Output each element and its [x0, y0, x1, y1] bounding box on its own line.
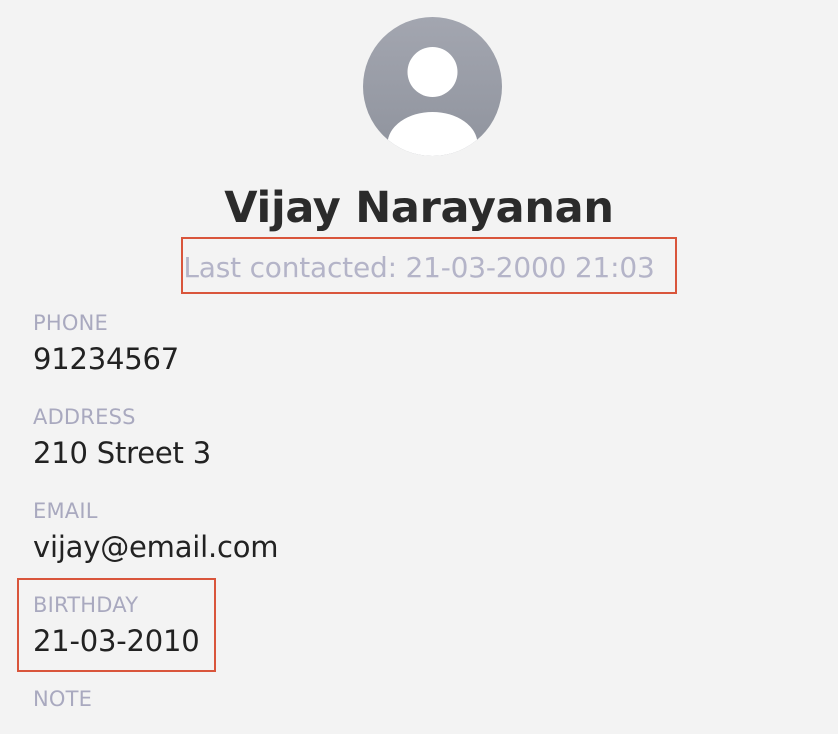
note-label: NOTE	[33, 687, 93, 711]
last-contacted-text: Last contacted: 21-03-2000 21:03	[183, 251, 655, 284]
person-silhouette-icon	[363, 17, 502, 156]
birthday-value[interactable]: 21-03-2010	[33, 622, 200, 660]
phone-value[interactable]: 91234567	[33, 340, 179, 378]
email-value[interactable]: vijay@email.com	[33, 528, 279, 566]
address-value[interactable]: 210 Street 3	[33, 434, 211, 472]
phone-label: PHONE	[33, 311, 108, 335]
address-label: ADDRESS	[33, 405, 136, 429]
birthday-label: BIRTHDAY	[33, 593, 139, 617]
avatar	[363, 17, 502, 156]
contact-name: Vijay Narayanan	[224, 183, 614, 233]
email-label: EMAIL	[33, 499, 98, 523]
